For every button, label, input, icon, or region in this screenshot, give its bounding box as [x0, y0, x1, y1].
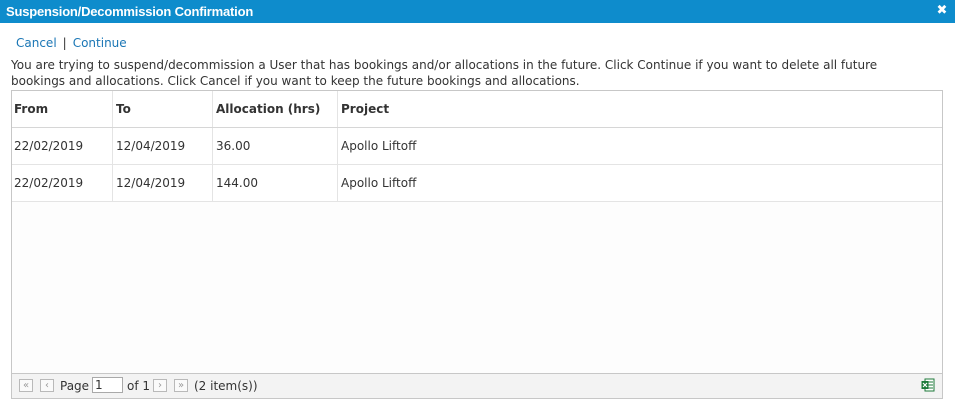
continue-link[interactable]: Continue [73, 36, 127, 50]
double-chevron-left-icon[interactable]: « [19, 379, 33, 392]
table-row[interactable]: 22/02/2019 12/04/2019 144.00 Apollo Lift… [12, 165, 942, 202]
grid-pager: « ‹ Page of 1 › » (2 item(s)) [12, 373, 942, 398]
cell-allocation: 144.00 [212, 165, 337, 201]
close-icon[interactable]: ✖ [935, 4, 949, 18]
cell-from: 22/02/2019 [14, 139, 84, 153]
chevron-left-icon[interactable]: ‹ [40, 379, 54, 392]
page-number-input[interactable] [92, 377, 123, 393]
column-header-allocation[interactable]: Allocation (hrs) [212, 91, 337, 127]
grid-header: From To Allocation (hrs) Project [12, 91, 942, 128]
double-chevron-right-icon[interactable]: » [174, 379, 188, 392]
column-header-project[interactable]: Project [337, 91, 942, 127]
column-header-to[interactable]: To [112, 91, 212, 127]
dialog-title: Suspension/Decommission Confirmation [6, 4, 254, 19]
allocations-grid: From To Allocation (hrs) Project 22/02/2… [11, 90, 943, 399]
cell-to: 12/04/2019 [112, 165, 212, 201]
cancel-link[interactable]: Cancel [16, 36, 57, 50]
page-label: Page [60, 379, 90, 393]
dialog-titlebar: Suspension/Decommission Confirmation ✖ [0, 0, 955, 23]
action-separator: | [62, 36, 67, 50]
cell-project: Apollo Liftoff [337, 128, 942, 164]
chevron-right-icon[interactable]: › [153, 379, 167, 392]
excel-export-icon[interactable] [921, 378, 935, 392]
confirmation-message: You are trying to suspend/decommission a… [11, 58, 878, 88]
cell-to: 12/04/2019 [112, 128, 212, 164]
cell-project: Apollo Liftoff [337, 165, 942, 201]
action-links: Cancel | Continue [16, 36, 127, 51]
cell-from: 22/02/2019 [14, 176, 84, 190]
table-row[interactable]: 22/02/2019 12/04/2019 36.00 Apollo Lifto… [12, 128, 942, 165]
page-of-label: of 1 [127, 379, 151, 393]
item-count: (2 item(s)) [194, 379, 258, 393]
column-header-from[interactable]: From [12, 91, 112, 127]
excel-icon-graphic [921, 378, 935, 392]
cell-allocation: 36.00 [212, 128, 337, 164]
